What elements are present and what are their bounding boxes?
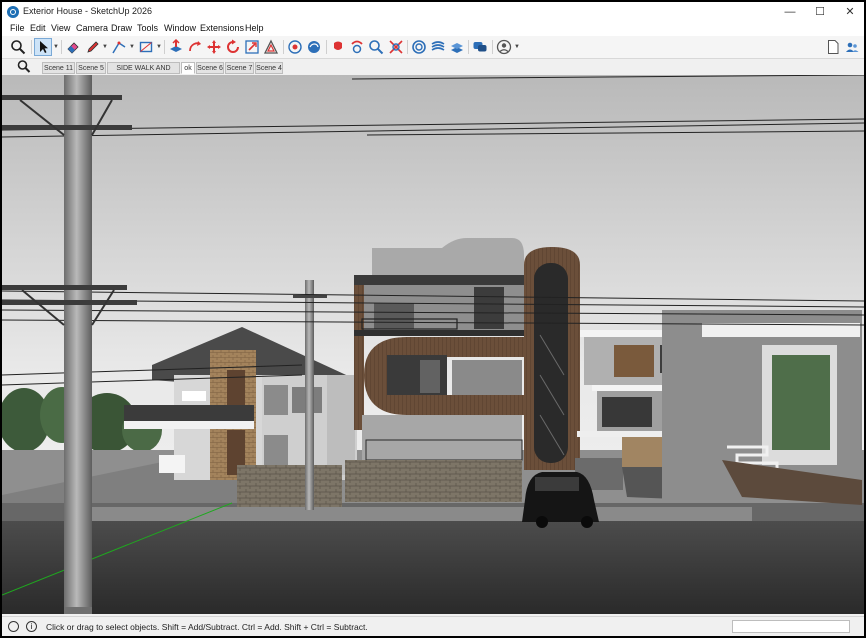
menu-tools[interactable]: Tools: [137, 23, 158, 33]
menu-window[interactable]: Window: [164, 23, 196, 33]
sketchup-logo-icon: [7, 6, 19, 18]
chevron-down-icon[interactable]: ▼: [129, 44, 135, 50]
rectangle-icon[interactable]: [138, 39, 154, 55]
zoom-extents-icon[interactable]: [388, 39, 404, 55]
pencil-icon[interactable]: [85, 39, 101, 55]
new-document-icon[interactable]: [825, 39, 841, 55]
main-toolbar: ▼ ▼ ▼ ▼ ▼: [2, 36, 864, 59]
tab-side-walk-and-road[interactable]: SIDE WALK AND ROAD: [107, 62, 180, 83]
geo-location-icon[interactable]: [8, 621, 19, 632]
zoom-icon[interactable]: [368, 39, 384, 55]
info-icon[interactable]: i: [26, 621, 37, 632]
paint-bucket-icon[interactable]: [287, 39, 303, 55]
select-icon[interactable]: [34, 38, 52, 56]
menu-view[interactable]: View: [51, 23, 70, 33]
search-icon[interactable]: [10, 39, 26, 55]
push-pull-icon[interactable]: [168, 39, 184, 55]
rotate-icon[interactable]: [225, 39, 241, 55]
sandbox-icon[interactable]: [449, 39, 465, 55]
move-icon[interactable]: [206, 39, 222, 55]
menu-edit[interactable]: Edit: [30, 23, 46, 33]
status-bar: i Click or drag to select objects. Shift…: [2, 616, 864, 636]
title-bar: Exterior House - SketchUp 2026 — ☐ ✕: [2, 2, 864, 22]
walk-icon[interactable]: [349, 39, 365, 55]
offset-icon[interactable]: [263, 39, 279, 55]
menu-file[interactable]: File: [10, 23, 25, 33]
tab-scene-5[interactable]: Scene 5: [76, 62, 106, 74]
line-icon[interactable]: [111, 39, 127, 55]
utility-pole: [305, 280, 314, 510]
status-hint-text: Click or drag to select objects. Shift =…: [46, 622, 368, 632]
window-title: Exterior House - SketchUp 2026: [23, 6, 153, 16]
menu-bar: File Edit View Camera Draw Tools Window …: [2, 22, 864, 36]
tab-scene-4[interactable]: Scene 4: [255, 62, 283, 74]
search-icon[interactable]: [16, 59, 32, 75]
user-icon[interactable]: [844, 39, 860, 55]
orbit-icon[interactable]: [306, 39, 322, 55]
chevron-down-icon[interactable]: ▼: [102, 44, 108, 50]
measurements-box[interactable]: [732, 620, 850, 633]
eraser-icon[interactable]: [65, 39, 81, 55]
tab-scene-11[interactable]: Scene 11: [42, 62, 75, 74]
scale-icon[interactable]: [244, 39, 260, 55]
tab-scene-7[interactable]: Scene 7: [225, 62, 254, 74]
menu-camera[interactable]: Camera: [76, 23, 108, 33]
menu-help[interactable]: Help: [245, 23, 264, 33]
chat-icon[interactable]: [472, 39, 488, 55]
follow-me-icon[interactable]: [187, 39, 203, 55]
menu-extensions[interactable]: Extensions: [200, 23, 244, 33]
menu-draw[interactable]: Draw: [111, 23, 132, 33]
minimize-button[interactable]: —: [775, 2, 805, 22]
layers-icon[interactable]: [430, 39, 446, 55]
pan-icon[interactable]: [330, 39, 346, 55]
profile-icon[interactable]: [496, 39, 512, 55]
model-viewport[interactable]: [2, 75, 864, 614]
scene-icon[interactable]: [411, 39, 427, 55]
car: [522, 472, 599, 528]
tab-scene-6[interactable]: Scene 6: [196, 62, 224, 74]
chevron-down-icon[interactable]: ▼: [53, 44, 59, 50]
chevron-down-icon[interactable]: ▼: [156, 44, 162, 50]
tab-ok[interactable]: ok: [181, 62, 195, 74]
close-button[interactable]: ✕: [835, 2, 864, 22]
scene-tabs-bar: Scene 11 Scene 5 SIDE WALK AND ROAD ok S…: [2, 59, 864, 83]
app-window: Exterior House - SketchUp 2026 — ☐ ✕ Fil…: [2, 2, 864, 636]
3d-model-scene[interactable]: [2, 75, 864, 614]
maximize-button[interactable]: ☐: [805, 2, 835, 22]
chevron-down-icon[interactable]: ▼: [514, 44, 520, 50]
